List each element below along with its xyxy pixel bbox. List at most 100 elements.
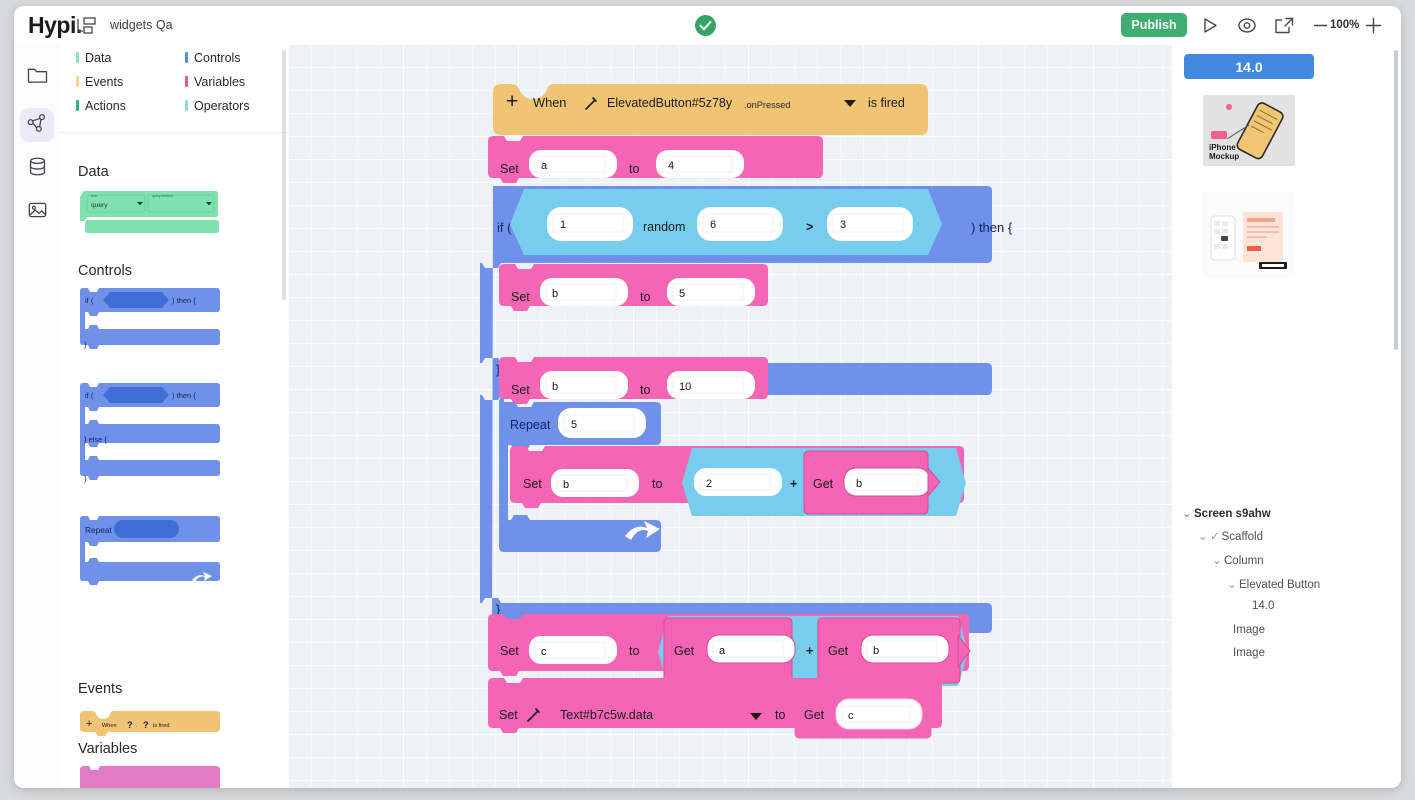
when-event-block[interactable]: + When ElevatedButton#5z78y .onPressed i… <box>493 84 928 135</box>
palette-section-controls: Controls <box>78 263 132 279</box>
set-a-value: 4 <box>668 160 674 172</box>
category-data[interactable]: Data <box>76 51 111 65</box>
tree-item-scaffold[interactable]: ⌄ ✓ Scaffold <box>1198 529 1263 543</box>
palette-section-events: Events <box>78 681 123 697</box>
set-b-then-label: Set <box>511 290 530 304</box>
tree-item-column[interactable]: ⌄ Column <box>1212 553 1264 567</box>
right-panel: 14.0 iPhone Mockup ⌄ Screen s9ahw ⌄ ✓ Sc… <box>1172 44 1401 788</box>
image-icon <box>28 201 47 224</box>
set-b-then-block[interactable]: Set b to 5 <box>499 264 768 311</box>
set-b-then-to-label: to <box>640 290 650 304</box>
palette-block-if-then[interactable]: if ( ) then { } <box>80 288 220 359</box>
preview-image-2[interactable] <box>1203 192 1295 277</box>
project-name[interactable]: widgets Qa <box>110 18 173 32</box>
play-icon[interactable] <box>1200 17 1220 34</box>
chevron-down-icon[interactable]: ⌄ <box>1198 529 1208 543</box>
external-link-icon[interactable] <box>1274 17 1294 34</box>
rail-item-data[interactable] <box>20 152 54 186</box>
set-c-label: Set <box>500 644 519 658</box>
palette-then-text: ) then { <box>172 296 196 305</box>
set-text-label: Set <box>499 708 518 722</box>
tree-item-image-1[interactable]: Image <box>1233 624 1265 636</box>
condition-operator-block[interactable]: 1 random 6 > 3 <box>510 189 942 255</box>
category-color-swatch <box>76 76 79 87</box>
chevron-down-icon[interactable]: ⌄ <box>1182 506 1192 520</box>
blocks-canvas[interactable]: + When ElevatedButton#5z78y .onPressed i… <box>288 44 1173 788</box>
palette-block-variable[interactable] <box>80 766 220 788</box>
zoom-in-button[interactable] <box>1365 17 1382 34</box>
palette-event-q1: ? <box>127 720 133 730</box>
tree-item-button-text[interactable]: 14.0 <box>1252 600 1274 612</box>
set-a-var-value: a <box>541 160 548 172</box>
get-a-label: Get <box>674 644 695 658</box>
category-color-swatch <box>185 52 188 63</box>
when-target: ElevatedButton#5z78y <box>607 96 733 110</box>
block-palette: Data Events Actions Controls Variables O… <box>60 44 289 788</box>
app-window: Hypi. widgets Qa Publish 100% Data Event… <box>14 6 1401 788</box>
get-c-label: Get <box>804 708 825 722</box>
chevron-down-icon[interactable]: ⌄ <box>1227 577 1237 591</box>
publish-button[interactable]: Publish <box>1121 13 1187 37</box>
set-b-else-block[interactable]: Set b to 10 <box>499 357 768 404</box>
get-b2-value: b <box>873 645 879 657</box>
tree-item-screen[interactable]: ⌄ Screen s9ahw <box>1182 506 1271 520</box>
app-logo: Hypi. <box>28 12 82 38</box>
project-tree-icon <box>76 17 98 34</box>
database-icon <box>28 157 47 181</box>
set-c-var-value: c <box>541 646 547 658</box>
get-b-label: Get <box>813 477 834 491</box>
tree-item-image-2[interactable]: Image <box>1233 647 1265 659</box>
if-open-label: if ( <box>497 220 512 235</box>
rail-item-assets[interactable] <box>20 195 54 229</box>
category-actions[interactable]: Actions <box>76 99 126 113</box>
tree-item-label: Image <box>1233 647 1265 659</box>
rail-item-files[interactable] <box>20 60 54 94</box>
when-label: When <box>533 95 566 110</box>
set-a-label: Set <box>500 162 519 176</box>
get-a-value: a <box>719 645 726 657</box>
category-color-swatch <box>185 100 188 111</box>
nodes-graph-icon <box>27 113 47 138</box>
category-label: Operators <box>194 99 250 113</box>
random-op-label: random <box>643 220 685 234</box>
eye-icon[interactable] <box>1237 17 1257 34</box>
set-b-else-to-label: to <box>640 383 650 397</box>
set-c-plus-operator: + <box>806 644 813 658</box>
category-controls[interactable]: Controls <box>185 51 241 65</box>
palette-if-text: if ( <box>85 296 94 305</box>
palette-block-data-query[interactable]: host query method query <box>69 190 220 239</box>
category-events[interactable]: Events <box>76 75 123 89</box>
palette-block-repeat[interactable]: Repeat <box>80 516 220 597</box>
palette-block-if-then-else[interactable]: if ( ) then { } else { } <box>80 383 220 493</box>
preview-image-1-label-line2: Mockup <box>1209 152 1239 161</box>
category-variables[interactable]: Variables <box>185 75 245 89</box>
set-c-block[interactable]: Set c to Get a + Get b <box>488 614 971 686</box>
get-b-value: b <box>856 478 862 490</box>
if-then-label: ) then { <box>971 220 1013 235</box>
palette-section-variables: Variables <box>78 741 138 757</box>
chevron-down-icon[interactable]: ⌄ <box>1212 553 1222 567</box>
set-b-repeat-to-label: to <box>652 477 662 491</box>
palette-if-text: if ( <box>85 391 94 400</box>
palette-event-q2: ? <box>143 720 149 730</box>
palette-scrollbar[interactable] <box>282 50 286 300</box>
plus-left-value: 2 <box>706 478 712 490</box>
set-a-block[interactable]: Set a to 4 <box>488 136 823 183</box>
palette-block-event[interactable]: + When ? . ? is fired <box>80 711 220 744</box>
when-target-suffix: .onPressed <box>744 100 790 110</box>
category-operators[interactable]: Operators <box>185 99 250 113</box>
preview-elevated-button[interactable]: 14.0 <box>1184 54 1314 79</box>
rail-item-logic[interactable] <box>20 108 54 142</box>
zoom-out-button[interactable] <box>1313 18 1328 33</box>
top-header: Hypi. widgets Qa Publish 100% <box>14 6 1401 45</box>
set-b-else-label: Set <box>511 383 530 397</box>
set-b-repeat-block[interactable]: Set b to 2 + Get b <box>510 446 966 516</box>
right-panel-scrollbar[interactable] <box>1394 50 1398 350</box>
tree-item-elevated-button[interactable]: ⌄ Elevated Button <box>1227 577 1320 591</box>
preview-image-1[interactable]: iPhone Mockup <box>1203 95 1295 166</box>
tree-item-label: Scaffold <box>1221 531 1263 543</box>
set-text-block[interactable]: Set Text#b7c5w.data to Get c <box>488 678 942 739</box>
palette-then-text: ) then { <box>172 391 196 400</box>
preview-image-1-label-line1: iPhone <box>1209 143 1236 152</box>
tree-item-label: Screen s9ahw <box>1194 508 1271 520</box>
